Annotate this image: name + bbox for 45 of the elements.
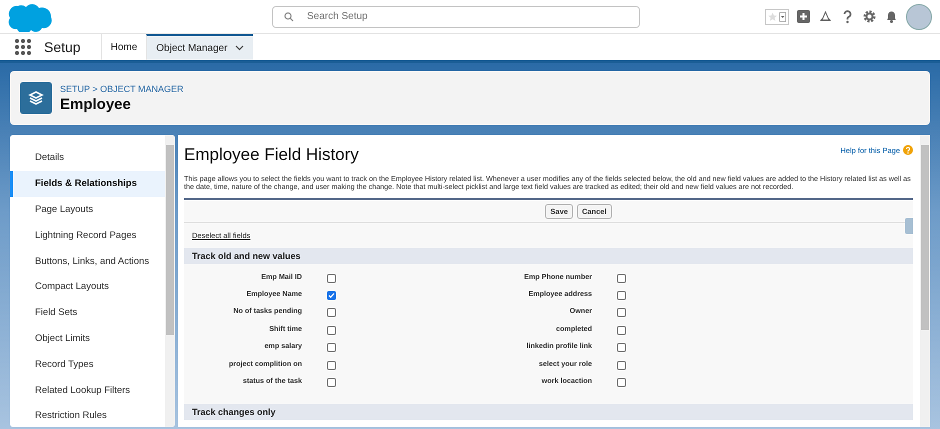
checkbox[interactable]	[327, 343, 336, 352]
checkbox[interactable]	[327, 326, 336, 335]
checkbox[interactable]	[617, 360, 626, 370]
sidebar-item[interactable]: Buttons, Links, and Actions	[10, 248, 165, 274]
section-header: Track changes only	[184, 404, 913, 420]
breadcrumb[interactable]: SETUP > OBJECT MANAGER	[60, 84, 184, 94]
sidebar-item[interactable]: Restriction Rules	[10, 402, 165, 427]
page-title: Employee	[60, 96, 132, 112]
help-icon	[903, 145, 913, 155]
section-header: Track old and new values	[184, 248, 913, 264]
avatar[interactable]	[906, 4, 932, 30]
checkbox[interactable]	[617, 378, 626, 387]
sidebar-item[interactable]: Related Lookup Filters	[10, 377, 165, 403]
scrollbar[interactable]	[920, 135, 930, 427]
sidebar-item[interactable]: Object Limits	[10, 326, 165, 352]
checkbox[interactable]	[327, 308, 336, 318]
side-panel-handle[interactable]	[905, 218, 913, 234]
nav-tab[interactable]: Object Manager	[146, 34, 254, 60]
sidebar-item[interactable]: Field Sets	[10, 300, 165, 326]
checkbox[interactable]	[327, 290, 336, 300]
checkbox[interactable]	[617, 290, 626, 300]
sidebar-item[interactable]: Lightning Record Pages	[10, 222, 165, 248]
checkbox[interactable]	[327, 274, 336, 283]
sidebar-item[interactable]: Compact Layouts	[10, 274, 165, 300]
sidebar-item[interactable]: Page Layouts	[10, 196, 165, 222]
app-launcher-icon[interactable]	[14, 38, 32, 56]
search-field[interactable]: Search Setup	[272, 6, 640, 28]
checkbox[interactable]	[617, 274, 626, 283]
star-dropdown-icon[interactable]	[765, 8, 789, 24]
checkbox[interactable]	[327, 378, 336, 387]
page-heading: Employee Field History	[184, 145, 359, 165]
scrollbar[interactable]	[165, 135, 175, 427]
layers-icon	[20, 82, 52, 114]
checkbox[interactable]	[617, 343, 626, 352]
checkbox[interactable]	[617, 308, 626, 318]
checkbox[interactable]	[617, 326, 626, 335]
checkbox[interactable]	[327, 360, 336, 370]
settings-icon[interactable]	[862, 9, 877, 24]
add-icon[interactable]	[796, 9, 811, 24]
sidebar-item[interactable]: Details	[10, 145, 165, 171]
sidebar-item[interactable]: Record Types	[10, 351, 165, 378]
cloud-logo	[8, 2, 52, 32]
sidebar-item[interactable]: Fields & Relationships	[10, 170, 165, 197]
app-name: Setup	[44, 39, 81, 55]
bell-icon[interactable]	[884, 9, 899, 24]
